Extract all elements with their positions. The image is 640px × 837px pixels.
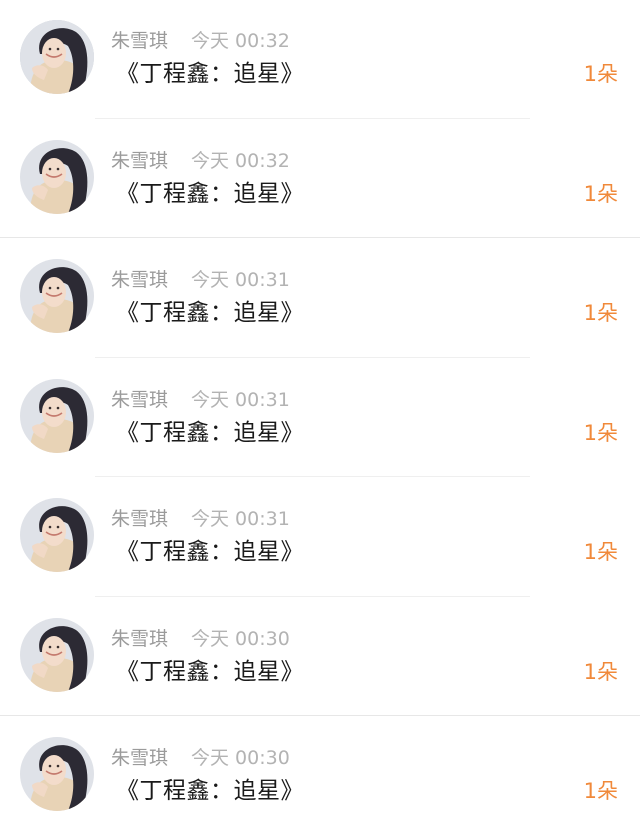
flower-count: 1朵 [583, 301, 618, 325]
list-item[interactable]: 朱雪琪 今天 00:32 《丁程鑫：追星》 1朵 [0, 120, 640, 240]
message-text: 《丁程鑫：追星》 [116, 419, 304, 446]
message-text: 《丁程鑫：追星》 [116, 180, 304, 207]
divider [95, 356, 530, 358]
sender-name: 朱雪琪 [111, 747, 169, 769]
timestamp: 今天 00:31 [191, 269, 290, 291]
timestamp: 今天 00:31 [191, 388, 290, 411]
list-item[interactable]: 朱雪琪 今天 00:31 《丁程鑫：追星》 1朵 [0, 359, 640, 479]
divider [95, 476, 530, 477]
avatar[interactable] [20, 20, 94, 94]
avatar[interactable] [20, 139, 94, 214]
avatar-photo-icon [20, 20, 94, 94]
list-item[interactable]: 朱雪琪 今天 00:31 《丁程鑫：追星》 1朵 [0, 478, 640, 598]
list-item[interactable]: 朱雪琪 今天 00:30 《丁程鑫：追星》 1朵 [0, 717, 640, 837]
avatar[interactable] [20, 378, 94, 453]
flower-count: 1朵 [583, 181, 618, 206]
flower-count: 1朵 [583, 779, 618, 803]
sender-name: 朱雪琪 [111, 627, 169, 650]
list-item[interactable]: 朱雪琪 今天 00:30 《丁程鑫：追星》 1朵 [0, 598, 640, 718]
sender-name: 朱雪琪 [111, 508, 169, 530]
gift-record-list: 朱雪琪 今天 00:32 《丁程鑫：追星》 1朵 朱雪琪 今天 00:32 《丁… [0, 0, 640, 837]
avatar-photo-icon [20, 378, 94, 453]
flower-count: 1朵 [583, 62, 618, 86]
timestamp: 今天 00:30 [191, 747, 290, 769]
sender-name: 朱雪琪 [111, 388, 169, 411]
message-text: 《丁程鑫：追星》 [116, 658, 304, 685]
sender-name: 朱雪琪 [111, 269, 169, 291]
list-item[interactable]: 朱雪琪 今天 00:31 《丁程鑫：追星》 1朵 [0, 239, 640, 359]
divider [0, 237, 640, 238]
avatar[interactable] [20, 617, 94, 692]
divider [95, 595, 530, 597]
timestamp: 今天 00:32 [191, 149, 290, 172]
avatar-photo-icon [20, 498, 94, 572]
message-text: 《丁程鑫：追星》 [116, 778, 304, 804]
list-item[interactable]: 朱雪琪 今天 00:32 《丁程鑫：追星》 1朵 [0, 0, 640, 120]
message-text: 《丁程鑫：追星》 [116, 61, 304, 87]
timestamp: 今天 00:30 [191, 627, 290, 650]
timestamp: 今天 00:31 [191, 508, 290, 530]
flower-count: 1朵 [583, 540, 618, 564]
avatar[interactable] [20, 259, 94, 333]
flower-count: 1朵 [583, 659, 618, 684]
divider [0, 715, 640, 716]
sender-name: 朱雪琪 [111, 30, 169, 52]
flower-count: 1朵 [583, 420, 618, 445]
avatar-photo-icon [20, 139, 94, 214]
avatar[interactable] [20, 498, 94, 572]
message-text: 《丁程鑫：追星》 [116, 300, 304, 326]
avatar[interactable] [20, 737, 94, 811]
avatar-photo-icon [20, 259, 94, 333]
avatar-photo-icon [20, 617, 94, 692]
message-text: 《丁程鑫：追星》 [116, 539, 304, 565]
divider [95, 117, 530, 119]
sender-name: 朱雪琪 [111, 149, 169, 172]
timestamp: 今天 00:32 [191, 30, 290, 52]
avatar-photo-icon [20, 737, 94, 811]
